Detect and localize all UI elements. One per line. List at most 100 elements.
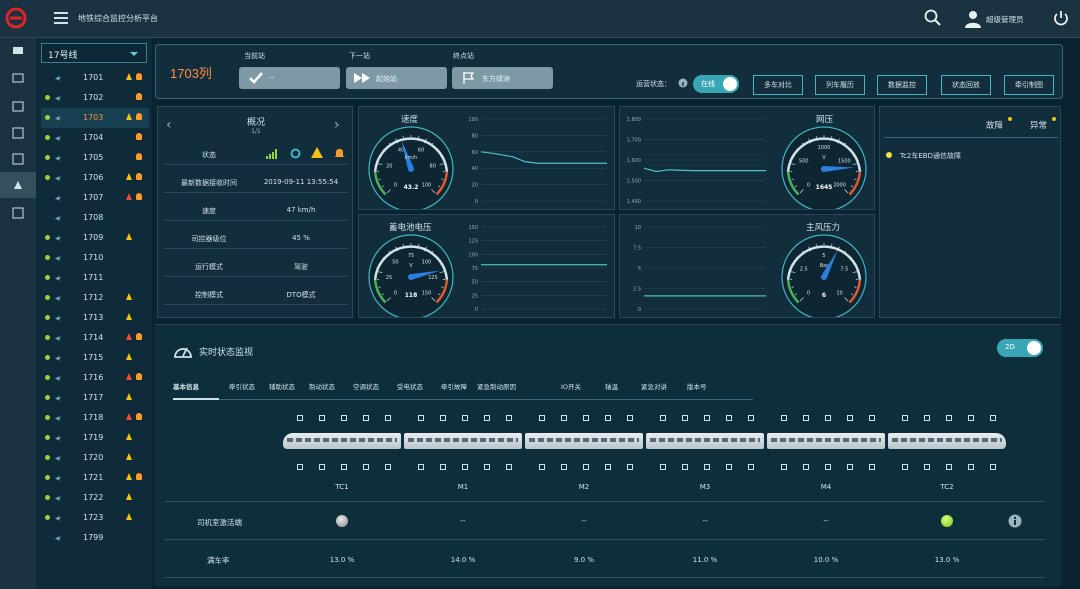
- power-icon[interactable]: [1053, 10, 1069, 26]
- nav-data-icon[interactable]: [0, 120, 36, 146]
- door-indicator: [726, 415, 732, 421]
- info-icon[interactable]: [1008, 514, 1022, 528]
- nav-screen-icon[interactable]: [0, 94, 36, 120]
- nav-report-icon[interactable]: [0, 200, 36, 226]
- train-row[interactable]: ◀· 1715: [41, 348, 149, 368]
- train-row[interactable]: ◀· 1702: [41, 88, 149, 108]
- train-row[interactable]: ◀· 1712: [41, 288, 149, 308]
- tab-item[interactable]: 紧急对讲: [641, 381, 667, 391]
- train-row[interactable]: ◀· 1706: [41, 168, 149, 188]
- train-row[interactable]: ◀· 1717: [41, 388, 149, 408]
- signal-icon: ◀·: [55, 375, 62, 382]
- train-row[interactable]: ◀· 1799: [41, 528, 149, 548]
- cab-value: --: [702, 517, 708, 525]
- train-row[interactable]: ◀· 1713: [41, 308, 149, 328]
- nav-monitor-icon[interactable]: [0, 66, 36, 92]
- gauge-hub: [408, 274, 414, 280]
- tab-item[interactable]: 辅助状态: [269, 381, 295, 391]
- door-indicator: [803, 415, 809, 421]
- train-row[interactable]: ◀· 1708: [41, 208, 149, 228]
- train-car[interactable]: [404, 433, 522, 449]
- bell-icon: [136, 173, 142, 180]
- user-name[interactable]: 超级管理员: [986, 14, 1024, 25]
- train-row[interactable]: ◀· 1719: [41, 428, 149, 448]
- tab-abnormal[interactable]: 异常: [1030, 119, 1047, 131]
- train-row[interactable]: ◀· 1716: [41, 368, 149, 388]
- train-row[interactable]: ◀· 1720: [41, 448, 149, 468]
- gauge-unit: V: [822, 155, 826, 161]
- door-indicator: [924, 464, 930, 470]
- search-icon[interactable]: [924, 9, 942, 27]
- train-row[interactable]: ◀· 1710: [41, 248, 149, 268]
- nav-train-icon[interactable]: [0, 38, 36, 64]
- tab-item[interactable]: 基本信息: [173, 381, 199, 391]
- train-row[interactable]: ◀· 1721: [41, 468, 149, 488]
- door-indicator: [847, 464, 853, 470]
- view-2d-toggle[interactable]: 2D: [997, 339, 1043, 357]
- door-indicator: [869, 464, 875, 470]
- warning-icon: [126, 193, 132, 200]
- overview-key: 速度: [202, 207, 216, 215]
- tab-item[interactable]: IO开关: [561, 381, 581, 391]
- train-car[interactable]: [888, 433, 1006, 449]
- next-station-box[interactable]: 起始站: [346, 67, 447, 89]
- data-monitor-button[interactable]: 数据监控: [877, 75, 927, 95]
- train-row[interactable]: ◀· 1705: [41, 148, 149, 168]
- bell-icon: [136, 333, 142, 340]
- tab-item[interactable]: 制动状态: [309, 381, 335, 391]
- train-row[interactable]: ◀· 1714: [41, 328, 149, 348]
- train-car[interactable]: [646, 433, 764, 449]
- door-indicator: [990, 415, 996, 421]
- online-toggle[interactable]: 在线: [693, 75, 739, 93]
- line-select[interactable]: 17号线: [41, 43, 147, 63]
- tab-item[interactable]: 空调状态: [353, 381, 379, 391]
- train-history-button[interactable]: 列车履历: [815, 75, 865, 95]
- gauge-tick-label: 50: [392, 259, 398, 265]
- train-car[interactable]: [767, 433, 885, 449]
- train-row[interactable]: ◀· 1723: [41, 508, 149, 528]
- train-car[interactable]: [525, 433, 643, 449]
- nav-chart-icon[interactable]: [0, 146, 36, 172]
- train-row[interactable]: ◀· 1722: [41, 488, 149, 508]
- door-indicator: [539, 464, 545, 470]
- bell-icon: [136, 113, 142, 120]
- door-indicator: [341, 464, 347, 470]
- state-replay-button[interactable]: 状态回放: [941, 75, 991, 95]
- door-indicator: [946, 415, 952, 421]
- overview-value: 47 km/h: [286, 206, 316, 214]
- train-number: 1710: [83, 253, 104, 262]
- train-row[interactable]: ◀· 1704: [41, 128, 149, 148]
- menu-icon[interactable]: [54, 12, 68, 24]
- chart-tick-label: 50: [472, 280, 478, 286]
- online-dot: [45, 375, 50, 380]
- cab-value: --: [581, 517, 587, 525]
- signal-icon: ◀·: [55, 515, 62, 522]
- online-dot: [45, 395, 50, 400]
- fault-item[interactable]: Tc2车EBD通信故障: [900, 151, 961, 161]
- tab-item[interactable]: 牵引故障: [441, 381, 467, 391]
- nav-alarm-icon[interactable]: [0, 172, 36, 198]
- current-station-box[interactable]: --: [239, 67, 340, 89]
- multi-compare-button[interactable]: 多车对比: [753, 75, 803, 95]
- tab-item[interactable]: 版本号: [687, 381, 707, 391]
- terminal-station-box[interactable]: 东方绿洲: [452, 67, 553, 89]
- door-indicator: [660, 464, 666, 470]
- train-row[interactable]: ◀· 1711: [41, 268, 149, 288]
- train-row[interactable]: ◀· 1707: [41, 188, 149, 208]
- train-row[interactable]: ◀· 1709: [41, 228, 149, 248]
- user-icon[interactable]: [964, 10, 982, 28]
- info-icon[interactable]: [678, 78, 688, 88]
- tab-item[interactable]: 牵引状态: [229, 381, 255, 391]
- train-row[interactable]: ◀· 1718: [41, 408, 149, 428]
- door-indicator: [825, 464, 831, 470]
- traction-chart-button[interactable]: 牵引制图: [1004, 75, 1054, 95]
- signal-icon: ◀·: [55, 155, 62, 162]
- train-car[interactable]: [283, 433, 401, 449]
- train-row[interactable]: ◀· 1701: [41, 68, 149, 88]
- tab-item[interactable]: 受电状态: [397, 381, 423, 391]
- tab-item[interactable]: 轴温: [605, 381, 618, 391]
- train-row[interactable]: ◀· 1703: [41, 108, 149, 128]
- tab-item[interactable]: 紧急制动原因: [477, 381, 516, 391]
- gauge-tick-label: 0: [394, 291, 397, 297]
- tab-fault[interactable]: 故障: [986, 119, 1003, 131]
